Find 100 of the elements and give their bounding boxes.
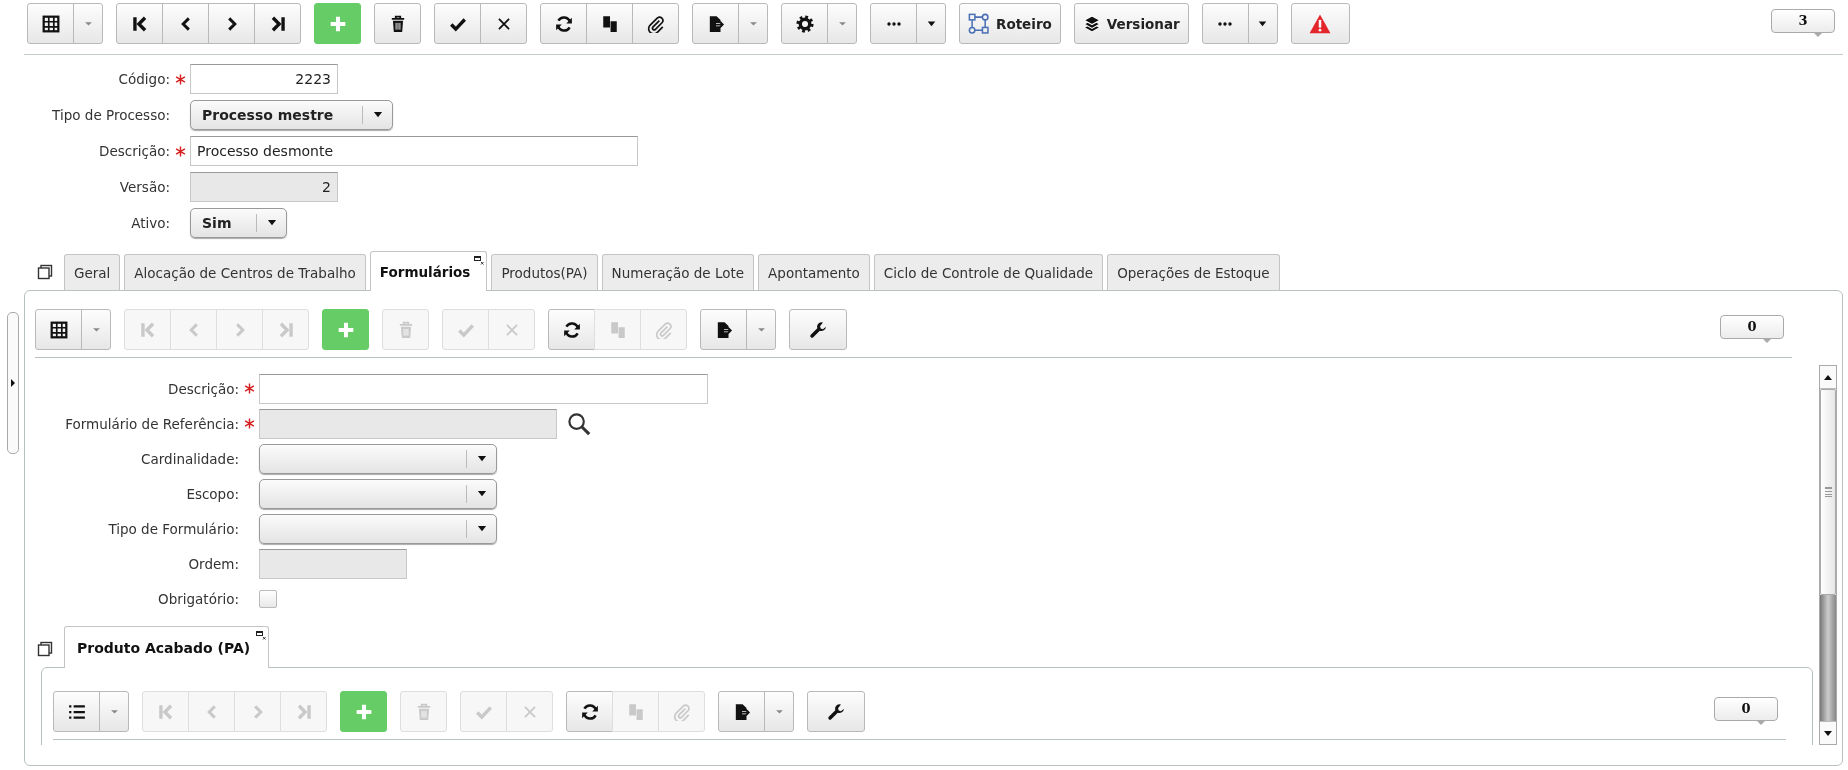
route-button[interactable]: Roteiro (959, 3, 1061, 44)
triangle-up-icon (1824, 374, 1832, 380)
readonly-field[interactable]: 2 (190, 172, 338, 202)
delete-button[interactable] (374, 3, 421, 44)
export-button[interactable] (718, 691, 765, 732)
tab[interactable]: Alocação de Centros de Trabalho (124, 254, 366, 290)
refresh-icon (554, 14, 573, 33)
field-label: Versão: (118, 179, 170, 195)
scrollbar-thumb[interactable] (1820, 389, 1836, 595)
refresh-button[interactable] (566, 691, 613, 732)
field-label: Descrição: (98, 143, 170, 159)
dropdown-button[interactable] (1247, 3, 1278, 44)
wrench-icon (827, 702, 845, 721)
refresh-button[interactable] (540, 3, 587, 44)
warning-button[interactable] (1290, 3, 1350, 44)
field-label: Cardinalidade: (140, 450, 239, 467)
next-record-button[interactable] (208, 3, 255, 44)
field-label: Formulário de Referência: (64, 415, 239, 432)
confirm-button[interactable] (434, 3, 481, 44)
dots-icon (885, 19, 902, 28)
field-label: Código: (117, 71, 170, 87)
plus-icon (336, 320, 355, 339)
scrollbar[interactable] (1819, 365, 1837, 745)
last-record-button[interactable] (254, 3, 301, 44)
field-label: Escopo: (185, 485, 239, 502)
documents-icon (600, 14, 619, 33)
refresh-icon (580, 702, 599, 721)
cancel-button[interactable] (480, 3, 527, 44)
scroll-down-button[interactable] (1820, 721, 1836, 744)
diagram-icon (968, 12, 990, 35)
maximize-icon (474, 256, 485, 265)
text-field[interactable] (259, 373, 708, 404)
dropdown-button[interactable] (916, 3, 946, 44)
maximize-icon (256, 631, 267, 640)
dropdown-field[interactable]: Sim (190, 208, 287, 238)
plus-icon (328, 14, 347, 33)
readonly-field[interactable] (259, 548, 407, 579)
tab[interactable]: Numeração de Lote (601, 254, 755, 290)
list-icon (67, 702, 86, 721)
triangle-down-icon (1824, 730, 1832, 736)
previous-record-button[interactable] (162, 3, 209, 44)
dropdown-field[interactable] (259, 478, 497, 509)
wrench-icon (809, 320, 827, 339)
lookup-field[interactable] (259, 408, 557, 439)
caret-icon (1257, 18, 1269, 29)
warning-icon (1309, 12, 1332, 35)
documents-icon (626, 702, 645, 721)
gear-icon (795, 14, 814, 33)
bar-chevron-left-icon (138, 320, 157, 339)
paperclip-icon (672, 702, 691, 721)
tab[interactable]: Produto Acabado (PA) (64, 626, 270, 668)
refresh-button[interactable] (548, 309, 595, 350)
tab[interactable]: Formulários (369, 251, 488, 291)
bar-chevron-left-icon (130, 14, 149, 33)
refresh-icon (562, 320, 581, 339)
windows-icon[interactable] (37, 641, 53, 657)
search-icon[interactable] (567, 411, 591, 436)
tools-button[interactable] (807, 691, 865, 732)
field-label: Ativo: (130, 215, 170, 231)
windows-icon[interactable] (37, 264, 53, 280)
tab[interactable]: Geral (64, 254, 121, 290)
grid-icon (49, 320, 68, 339)
dropdown-field[interactable]: Processo mestre (190, 100, 393, 130)
bar-chevron-left-icon (156, 702, 175, 721)
copy-button[interactable] (586, 3, 633, 44)
text-field[interactable]: Processo desmonte (190, 136, 638, 166)
more-button[interactable] (1201, 3, 1249, 44)
field-label: Descrição: (167, 380, 239, 397)
export-button[interactable] (700, 309, 747, 350)
settings-button[interactable] (781, 3, 828, 44)
grid-icon (41, 14, 60, 33)
attach-button[interactable] (632, 3, 679, 44)
plus-icon (354, 702, 373, 721)
add-button[interactable] (322, 309, 369, 350)
caret-icon (925, 18, 937, 29)
number-field[interactable]: 2223 (190, 64, 338, 94)
scroll-up-button[interactable] (1820, 366, 1836, 389)
dropdown-field[interactable] (259, 443, 497, 474)
grid-view-button[interactable] (35, 309, 82, 350)
tab[interactable]: Apontamento (758, 254, 870, 290)
version-button[interactable]: Versionar (1073, 3, 1189, 44)
tab[interactable]: Produtos(PA) (491, 254, 598, 290)
paperclip-icon (654, 320, 673, 339)
triangle-right-icon (11, 379, 15, 387)
dropdown-field[interactable] (259, 513, 497, 544)
export-button[interactable] (692, 3, 739, 44)
sidebar-toggle[interactable] (7, 312, 19, 454)
add-button[interactable] (340, 691, 387, 732)
add-button[interactable] (314, 3, 361, 44)
field-label: Tipo de Processo: (51, 107, 170, 123)
grid-view-button[interactable] (27, 3, 74, 44)
tab[interactable]: Ciclo de Controle de Qualidade (873, 254, 1104, 290)
tab[interactable]: Operações de Estoque (1107, 254, 1280, 290)
tools-button[interactable] (789, 309, 847, 350)
more-button[interactable] (870, 3, 917, 44)
first-record-button[interactable] (116, 3, 163, 44)
checkbox[interactable] (259, 589, 277, 608)
list-view-button[interactable] (53, 691, 100, 732)
field-label: Tipo de Formulário: (107, 520, 239, 537)
field-label: Obrigatório: (157, 590, 239, 607)
